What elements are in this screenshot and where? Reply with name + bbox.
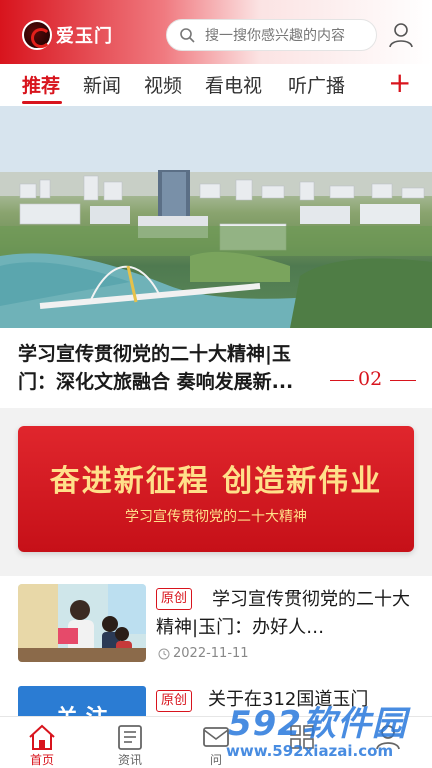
nav-ask[interactable]: 问 (186, 717, 246, 768)
news-title: 关于在312国道玉门 (208, 689, 369, 710)
user-icon (376, 725, 400, 750)
nav-home[interactable]: 首页 (12, 717, 72, 768)
tab-tv[interactable]: 看电视 (205, 71, 262, 98)
tab-video[interactable]: 视频 (144, 71, 182, 98)
featured-headline[interactable]: 学习宣传贯彻党的二十大精神|玉门：深化文旅融合 奏响发展新... 02 (0, 328, 432, 408)
mail-icon (203, 727, 229, 747)
nav-services[interactable] (272, 717, 332, 768)
top-header: 爱玉门 搜一搜你感兴趣的内容 (0, 0, 432, 64)
nav-ask-label: 问 (209, 753, 222, 767)
home-icon (29, 724, 55, 750)
tab-radio[interactable]: 听广播 (288, 71, 345, 98)
app-name: 爱玉门 (56, 26, 113, 47)
news-list-item[interactable]: 原创 学习宣传贯彻党的二十大精神|玉门：办好人… 2022-11-11 (0, 576, 432, 680)
promo-banner[interactable]: 奋进新征程 创造新伟业 学习宣传贯彻党的二十大精神 (18, 426, 414, 552)
active-tab-indicator (22, 101, 62, 104)
news-thumbnail (18, 584, 146, 662)
headline-title: 学习宣传贯彻党的二十大精神|玉门：深化文旅融合 奏响发展新... (18, 343, 294, 393)
user-profile-icon[interactable] (388, 22, 414, 48)
search-placeholder: 搜一搜你感兴趣的内容 (205, 28, 345, 44)
news-date: 2022-11-11 (158, 646, 249, 661)
carousel-page-number: 02 (358, 368, 383, 390)
tab-recommend[interactable]: 推荐 (22, 71, 60, 98)
pager-line-left (330, 380, 354, 381)
hero-image[interactable] (0, 106, 432, 328)
grid-icon (290, 725, 314, 749)
news-title: 学习宣传贯彻党的二十大精神|玉门：办好人… (156, 589, 410, 638)
bottom-navigation: 首页 资讯 问 (0, 716, 432, 768)
add-channel-button[interactable]: + (388, 66, 411, 99)
nav-news-label: 资讯 (117, 753, 142, 767)
city-aerial-image (0, 106, 432, 328)
clock-icon (158, 648, 170, 659)
search-bar[interactable]: 搜一搜你感兴趣的内容 (166, 19, 377, 51)
tab-news[interactable]: 新闻 (83, 71, 121, 98)
app-logo-icon (22, 20, 52, 50)
banner-title: 奋进新征程 创造新伟业 (49, 464, 383, 499)
news-icon (118, 725, 142, 750)
nav-mine[interactable] (358, 717, 418, 768)
banner-subtitle: 学习宣传贯彻党的二十大精神 (125, 509, 307, 525)
nav-home-label: 首页 (29, 753, 54, 767)
pager-line-right (390, 380, 416, 381)
category-tabs: 推荐 新闻 视频 看电视 听广播 + (0, 64, 432, 106)
search-icon (180, 28, 195, 43)
nav-news[interactable]: 资讯 (100, 717, 160, 768)
